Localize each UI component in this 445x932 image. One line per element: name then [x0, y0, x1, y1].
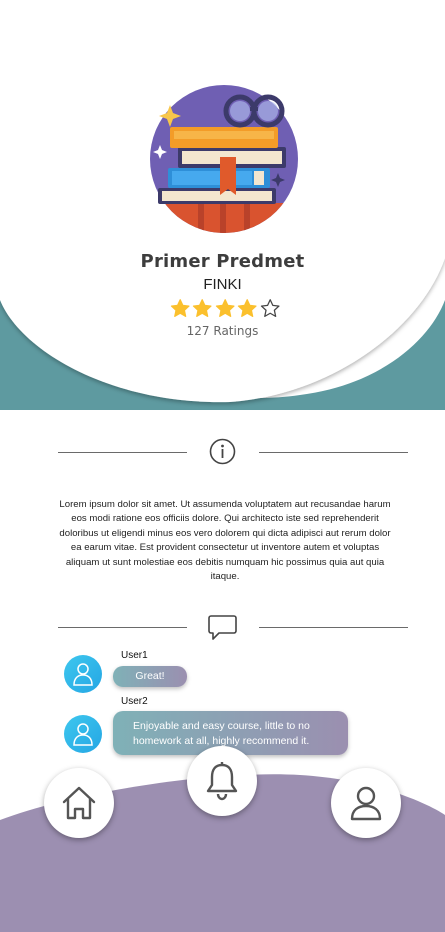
home-button[interactable] [44, 768, 114, 838]
course-faculty: FINKI [203, 276, 242, 293]
user-avatar-icon[interactable] [64, 655, 102, 693]
comment-bubble: Great! [113, 666, 187, 687]
home-icon [62, 786, 96, 820]
chat-icon[interactable] [208, 614, 237, 641]
star-filled-icon[interactable] [215, 298, 235, 319]
star-filled-icon[interactable] [170, 298, 190, 319]
user-avatar-icon[interactable] [64, 715, 102, 753]
divider-right-comments [259, 627, 408, 628]
divider-right [259, 452, 408, 453]
divider-left-comments [58, 627, 187, 628]
star-rating[interactable] [170, 298, 280, 320]
profile-button[interactable] [331, 768, 401, 838]
user-icon [350, 786, 382, 821]
divider-left [58, 452, 187, 453]
comment-username: User1 [121, 650, 148, 661]
ratings-count: 127 Ratings [186, 324, 259, 338]
comment-username: User2 [121, 696, 148, 707]
books-illustration [150, 85, 298, 233]
notifications-button[interactable] [187, 746, 257, 816]
info-icon[interactable] [209, 438, 236, 465]
course-description: Lorem ipsum dolor sit amet. Ut assumenda… [59, 499, 391, 583]
star-empty-icon[interactable] [260, 298, 280, 319]
star-filled-icon[interactable] [237, 298, 257, 319]
bell-icon [206, 762, 238, 801]
course-title: Primer Predmet [140, 251, 305, 272]
star-filled-icon[interactable] [192, 298, 212, 319]
